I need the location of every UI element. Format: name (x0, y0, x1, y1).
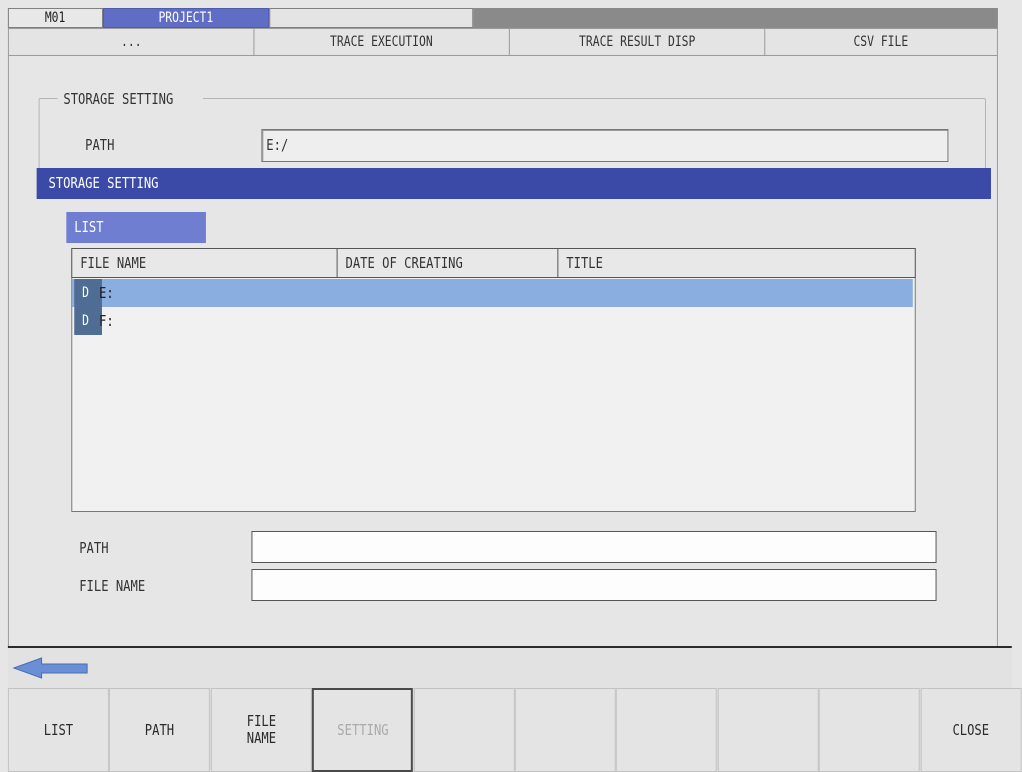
menu-tab-label: TRACE EXECUTION (330, 34, 433, 50)
menu-arrow-bar (7, 646, 1012, 688)
path-key[interactable]: PATH (109, 688, 211, 772)
setting-key[interactable]: SETTING (312, 688, 414, 772)
background-path-label: PATH (85, 136, 115, 154)
function-key-label: PATH (145, 720, 175, 739)
menu-tab-more[interactable]: ... (9, 29, 255, 55)
menu-tab-trace-result-disp[interactable]: TRACE RESULT DISP (510, 29, 766, 55)
menu-tab-label: TRACE RESULT DISP (578, 34, 696, 50)
function-key-label: FILE NAME (246, 712, 276, 747)
row-file-name: E: (99, 284, 114, 302)
tab-machine-label: M01 (45, 10, 66, 26)
list-section-label: LIST (66, 212, 206, 243)
path-label: PATH (79, 539, 109, 557)
menu-tab-trace-execution[interactable]: TRACE EXECUTION (254, 29, 510, 55)
menu-tab-label: CSV FILE (853, 34, 909, 50)
table-row[interactable]: D F: (72, 307, 913, 335)
column-header-date-of-creating: DATE OF CREATING (338, 249, 559, 277)
function-key-label: LIST (43, 720, 74, 739)
menu-tab-label: ... (120, 34, 142, 50)
fkey-8-empty[interactable] (717, 688, 819, 772)
file-list-header: FILE NAME DATE OF CREATING TITLE (71, 248, 916, 278)
path-field[interactable] (251, 531, 937, 563)
background-group-title: STORAGE SETTING (57, 88, 204, 110)
directory-type-badge: D (74, 307, 102, 335)
dialog-title: STORAGE SETTING (48, 174, 159, 192)
close-key[interactable]: CLOSE (920, 688, 1022, 772)
list-key[interactable]: LIST (7, 688, 109, 772)
column-header-file-name: FILE NAME (72, 249, 338, 277)
file-name-key[interactable]: FILE NAME (210, 688, 312, 772)
back-arrow-icon[interactable] (12, 656, 91, 680)
tab-project-label: PROJECT1 (158, 10, 214, 26)
background-path-input[interactable]: E:/ (261, 129, 949, 162)
dialog-title-bar: STORAGE SETTING (36, 168, 991, 199)
file-name-label: FILE NAME (79, 577, 146, 595)
function-key-label: CLOSE (952, 720, 990, 739)
fkey-9-empty[interactable] (818, 688, 920, 772)
directory-type-badge: D (74, 279, 102, 307)
top-tab-strip: M01 PROJECT1 (7, 8, 998, 28)
fkey-5-empty[interactable] (413, 688, 515, 772)
fkey-6-empty[interactable] (514, 688, 616, 772)
tab-machine[interactable]: M01 (7, 8, 103, 28)
table-row[interactable]: D E: (72, 279, 913, 307)
menu-tab-row: ... TRACE EXECUTION TRACE RESULT DISP CS… (7, 28, 998, 56)
fkey-7-empty[interactable] (616, 688, 718, 772)
menu-tab-csv-file[interactable]: CSV FILE (765, 29, 997, 55)
tab-empty[interactable] (269, 8, 474, 28)
row-file-name: F: (99, 312, 114, 330)
function-key-label: SETTING (336, 720, 389, 739)
file-name-field[interactable] (251, 569, 937, 601)
column-header-title: TITLE (566, 254, 603, 272)
tab-project[interactable]: PROJECT1 (102, 8, 270, 28)
